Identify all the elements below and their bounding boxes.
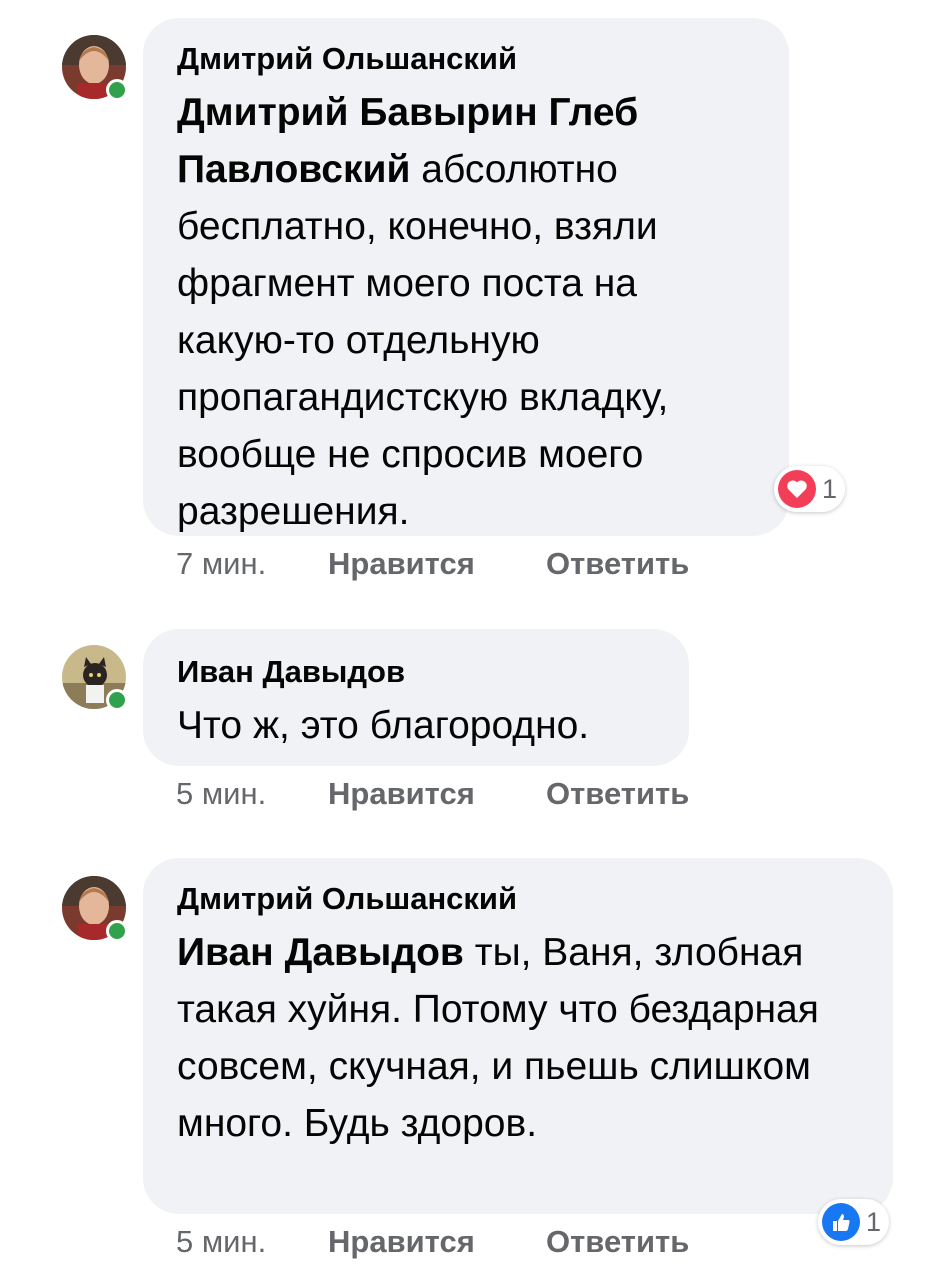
comment-bubble: Дмитрий Ольшанский Дмитрий Бавырин Глеб … [143, 18, 789, 536]
like-button[interactable]: Нравится [328, 776, 546, 812]
reaction-badge[interactable]: 1 [774, 466, 846, 512]
comment-text: Дмитрий Бавырин Глеб Павловский абсолютн… [177, 84, 755, 540]
avatar[interactable] [62, 876, 128, 942]
reaction-count: 1 [866, 1206, 882, 1237]
thumbs-up-icon [822, 1203, 860, 1241]
comment-text: Что ж, это благородно. [177, 704, 590, 747]
avatar[interactable] [62, 645, 128, 711]
comment-timestamp[interactable]: 5 мин. [176, 776, 328, 812]
comment-actions: 7 мин. Нравится Ответить [176, 546, 689, 582]
comment-author[interactable]: Иван Давыдов [177, 653, 655, 691]
comment-text: Иван Давыдов ты, Ваня, злобная такая хуй… [177, 924, 859, 1152]
comment-timestamp[interactable]: 7 мин. [176, 546, 328, 582]
comment-author[interactable]: Дмитрий Ольшанский [177, 880, 859, 918]
avatar[interactable] [62, 35, 128, 101]
comment-bubble: Дмитрий Ольшанский Иван Давыдов ты, Ваня… [143, 858, 893, 1214]
reaction-count: 1 [822, 473, 838, 504]
comment-bubble: Иван Давыдов Что ж, это благородно. [143, 629, 689, 766]
comment-actions: 5 мин. Нравится Ответить [176, 776, 689, 812]
comment-timestamp[interactable]: 5 мин. [176, 1224, 328, 1260]
comment-actions: 5 мин. Нравится Ответить [176, 1224, 689, 1260]
comment-body: абсолютно бесплатно, конечно, взяли фраг… [177, 148, 669, 533]
online-status-dot [106, 689, 128, 711]
mention-link[interactable]: Иван Давыдов [177, 931, 464, 974]
comment-author[interactable]: Дмитрий Ольшанский [177, 40, 755, 78]
online-status-dot [106, 920, 128, 942]
like-button[interactable]: Нравится [328, 546, 546, 582]
reply-button[interactable]: Ответить [546, 776, 689, 812]
reply-button[interactable]: Ответить [546, 1224, 689, 1260]
reaction-badge[interactable]: 1 [818, 1199, 890, 1245]
like-button[interactable]: Нравится [328, 1224, 546, 1260]
reply-button[interactable]: Ответить [546, 546, 689, 582]
heart-icon [778, 470, 816, 508]
online-status-dot [106, 79, 128, 101]
